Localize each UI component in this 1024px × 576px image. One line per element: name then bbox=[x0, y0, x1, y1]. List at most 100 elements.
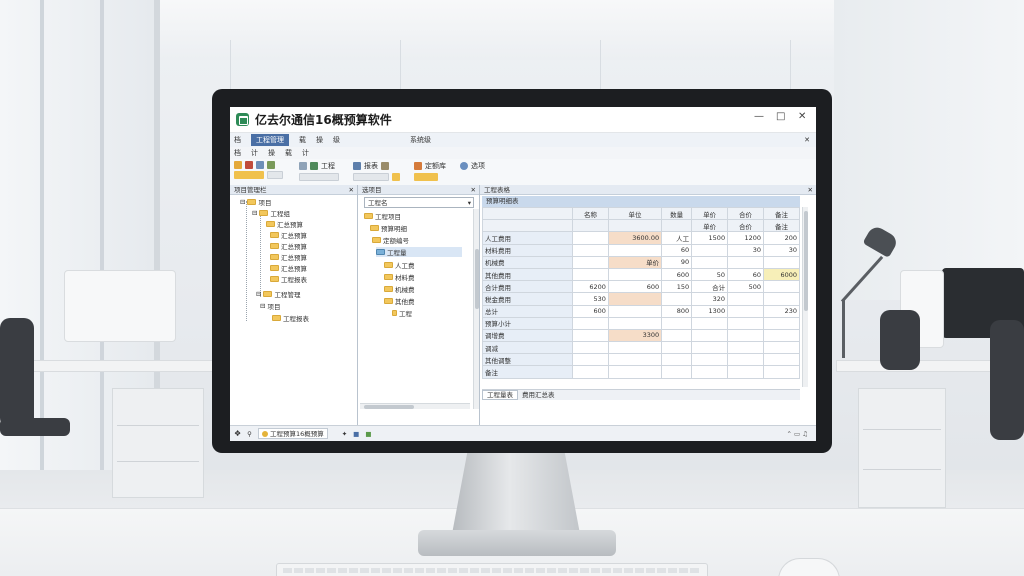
vertical-scrollbar[interactable] bbox=[802, 207, 808, 387]
grid-cell[interactable]: 90 bbox=[661, 255, 693, 269]
undo-icon[interactable] bbox=[234, 161, 242, 169]
grid-cell[interactable] bbox=[572, 353, 609, 367]
menu-item[interactable]: 计 bbox=[302, 148, 309, 158]
open-button[interactable] bbox=[267, 171, 283, 179]
grid-cell[interactable] bbox=[607, 341, 663, 355]
menu-item[interactable]: 载 bbox=[299, 133, 306, 147]
grid-cell[interactable]: 600 bbox=[607, 280, 663, 294]
grid-cell[interactable] bbox=[727, 341, 765, 355]
refresh-icon[interactable] bbox=[256, 161, 264, 169]
redo-icon[interactable] bbox=[245, 161, 253, 169]
grid-cell[interactable] bbox=[607, 267, 663, 282]
grid-cell[interactable] bbox=[763, 255, 800, 269]
pane-close-icon[interactable]: ✕ bbox=[808, 185, 813, 195]
table-row[interactable]: 税金费用 530 320 bbox=[482, 292, 800, 306]
menu-item-system[interactable]: 系统级 bbox=[410, 133, 431, 147]
table-icon[interactable] bbox=[310, 162, 318, 170]
grid-cell[interactable] bbox=[727, 292, 765, 306]
grid-cell[interactable]: 1200 bbox=[727, 231, 765, 245]
grid-cell[interactable]: 230 bbox=[763, 304, 800, 318]
app-icon[interactable]: ■ bbox=[365, 430, 371, 438]
vertical-scrollbar[interactable] bbox=[473, 209, 479, 409]
row-label[interactable]: 总计 bbox=[482, 304, 573, 318]
grid-cell[interactable] bbox=[661, 365, 693, 379]
grid-cell[interactable] bbox=[572, 267, 609, 282]
grid-cell[interactable]: 500 bbox=[727, 280, 765, 294]
grid-cell[interactable]: 60 bbox=[727, 267, 765, 282]
grid-cell[interactable]: 530 bbox=[572, 292, 609, 306]
row-label[interactable]: 调减 bbox=[482, 341, 573, 355]
column-header[interactable]: 数量 bbox=[661, 206, 693, 221]
project-combo[interactable]: 工程名 ▾ bbox=[364, 197, 474, 208]
row-label[interactable]: 材料费用 bbox=[482, 243, 573, 257]
row-label[interactable]: 其他调整 bbox=[482, 353, 573, 367]
row-label[interactable]: 合计费用 bbox=[482, 280, 573, 294]
list-item[interactable]: 其他费 bbox=[384, 296, 415, 306]
grid-cell[interactable] bbox=[691, 255, 729, 269]
highlight-button[interactable] bbox=[392, 173, 400, 181]
tree-item[interactable]: 汇总预算 bbox=[270, 263, 307, 273]
tree-item[interactable]: ⊟ 项目 bbox=[260, 301, 280, 311]
maximize-icon[interactable]: □ bbox=[776, 111, 785, 122]
tree-item[interactable]: 汇总预算 bbox=[270, 230, 307, 240]
grid-cell[interactable] bbox=[572, 231, 609, 245]
taskbar-app-button[interactable]: 工程预算16概预算 bbox=[257, 428, 328, 439]
grid-cell[interactable] bbox=[691, 353, 729, 367]
start-icon[interactable]: ❖ bbox=[234, 429, 241, 438]
ribbon-label-quota[interactable]: 定额库 bbox=[425, 161, 446, 171]
table-row[interactable]: 材料费用 60 30 30 bbox=[482, 243, 800, 257]
new-project-button[interactable] bbox=[234, 171, 264, 179]
grid-cell[interactable]: 合计 bbox=[691, 280, 729, 294]
menu-item[interactable]: 档 bbox=[234, 148, 241, 158]
row-label[interactable]: 调增费 bbox=[482, 328, 573, 343]
list-item[interactable]: 人工费 bbox=[384, 260, 415, 270]
grid-cell[interactable] bbox=[661, 353, 693, 367]
grid-cell[interactable] bbox=[661, 292, 693, 306]
grid-cell[interactable]: 人工 bbox=[661, 231, 693, 245]
grid-cell[interactable] bbox=[572, 341, 609, 355]
grid-cell[interactable]: 6200 bbox=[572, 280, 609, 294]
tree-item[interactable]: ⊟ 项目 bbox=[240, 197, 271, 207]
grid-cell[interactable]: 600 bbox=[572, 304, 609, 318]
grid-cell[interactable]: 60 bbox=[661, 243, 693, 257]
grid-cell[interactable] bbox=[607, 304, 663, 318]
menu-item[interactable]: 操 bbox=[268, 148, 275, 158]
row-label[interactable]: 税金费用 bbox=[482, 292, 573, 306]
grid-cell[interactable] bbox=[727, 304, 765, 318]
tree-item[interactable]: 汇总预算 bbox=[270, 252, 307, 262]
tree-item[interactable]: 工程报表 bbox=[272, 313, 309, 323]
menu-item[interactable]: 载 bbox=[285, 148, 292, 158]
list-item[interactable]: 定额编号 bbox=[372, 235, 409, 245]
explorer-icon[interactable]: ■ bbox=[353, 430, 359, 438]
search-icon[interactable] bbox=[460, 162, 468, 170]
column-header[interactable]: 合价 bbox=[727, 206, 765, 221]
print-icon[interactable] bbox=[299, 162, 307, 170]
sheet-tab[interactable]: 工程量表 bbox=[482, 390, 518, 400]
table-row[interactable]: 机械费 单价 90 bbox=[482, 255, 800, 269]
table-row[interactable]: 预算小计 bbox=[482, 316, 800, 330]
list-item[interactable]: 工程项目 bbox=[364, 211, 401, 221]
row-label[interactable]: 人工费用 bbox=[482, 231, 573, 245]
table-row[interactable]: 其他费用 600 50 60 6000 bbox=[482, 267, 800, 282]
menu-item[interactable]: 计 bbox=[251, 148, 258, 158]
tab-project-management[interactable]: 工程管理 bbox=[251, 134, 289, 146]
menu-item[interactable]: 操 bbox=[316, 133, 323, 147]
grid-cell[interactable] bbox=[572, 243, 609, 257]
grid-cell[interactable] bbox=[763, 365, 800, 379]
minimize-icon[interactable]: — bbox=[754, 111, 764, 122]
grid-cell[interactable] bbox=[763, 353, 800, 367]
column-header[interactable]: 备注 bbox=[763, 206, 800, 221]
grid-cell[interactable]: 30 bbox=[727, 243, 765, 257]
table-row[interactable]: 其他调整 bbox=[482, 353, 800, 367]
tray-icons[interactable]: ⌃ ▭ ♫ bbox=[786, 430, 808, 438]
grid-cell[interactable] bbox=[607, 243, 663, 257]
search-icon[interactable]: ⚲ bbox=[247, 430, 252, 438]
list-item-selected[interactable]: 工程量 bbox=[376, 247, 462, 257]
grid-cell[interactable] bbox=[572, 255, 609, 269]
grid-button[interactable] bbox=[299, 173, 339, 181]
column-header[interactable]: 单位 bbox=[607, 206, 663, 221]
row-label[interactable]: 机械费 bbox=[482, 255, 573, 269]
row-label[interactable]: 备注 bbox=[482, 365, 573, 379]
grid-cell[interactable]: 200 bbox=[763, 231, 800, 245]
grid-cell[interactable] bbox=[763, 341, 800, 355]
